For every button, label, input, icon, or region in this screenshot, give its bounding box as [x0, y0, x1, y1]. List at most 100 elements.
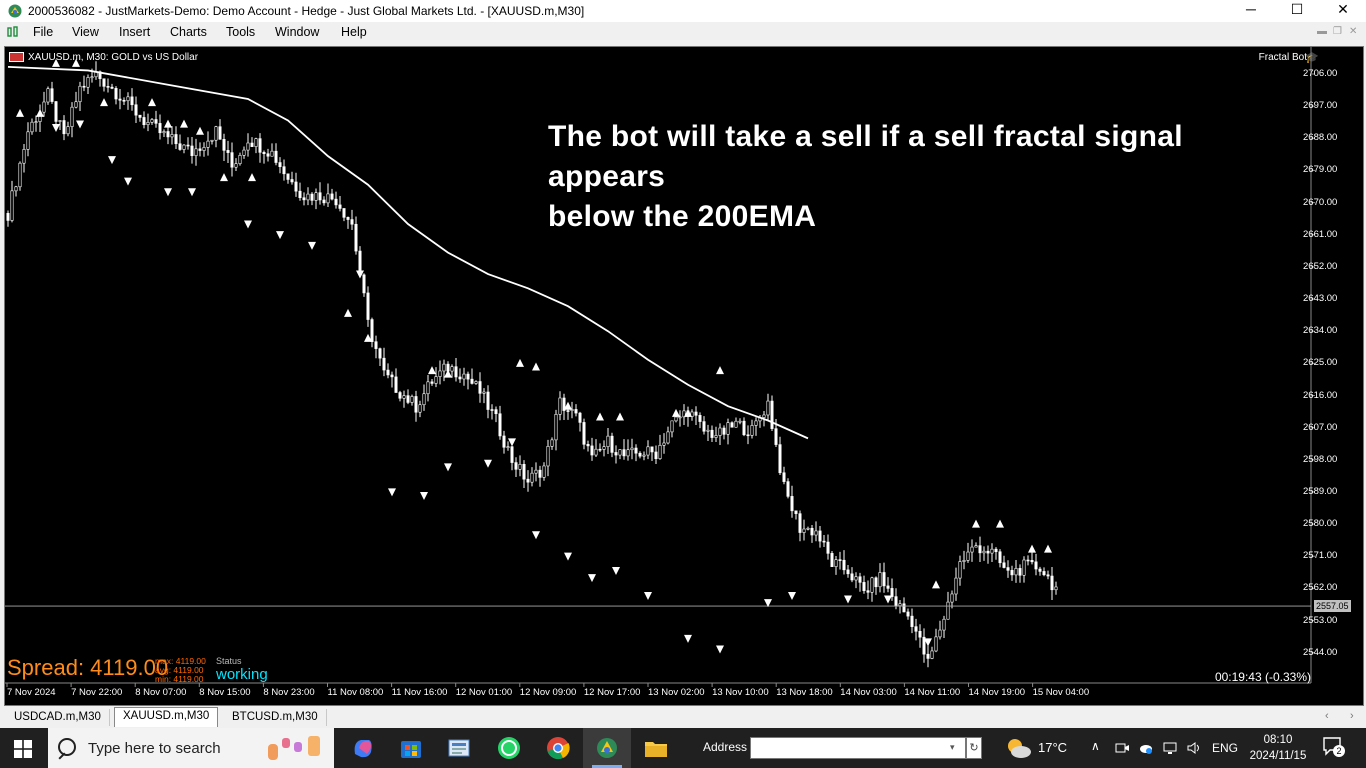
- candle-body: [402, 395, 406, 399]
- time-tick-label: 11 Nov 16:00: [391, 687, 448, 698]
- price-tick-label: 2562.00: [1303, 582, 1338, 594]
- candle-body: [730, 422, 734, 428]
- fractal-down-icon: [76, 120, 84, 129]
- tab-usdcad[interactable]: USDCAD.m,M30: [6, 709, 110, 726]
- candle-body: [218, 126, 222, 140]
- candle-body: [770, 400, 774, 429]
- time-tick-label: 11 Nov 08:00: [327, 687, 384, 698]
- fractal-up-icon: [180, 119, 188, 128]
- candle-body: [478, 381, 482, 394]
- taskbar-clock[interactable]: 08:10 2024/11/15: [1248, 732, 1308, 764]
- menu-tools[interactable]: Tools: [226, 25, 255, 39]
- candle-body: [214, 126, 218, 141]
- candle-body: [106, 86, 110, 88]
- chart-window[interactable]: XAUUSD.m, M30: GOLD vs US Dollar Fractal…: [4, 46, 1364, 706]
- menu-help[interactable]: Help: [341, 25, 367, 39]
- menu-insert[interactable]: Insert: [119, 25, 150, 39]
- price-tick-label: 2652.00: [1303, 260, 1338, 272]
- candle-body: [434, 376, 438, 384]
- candle-body: [702, 421, 706, 432]
- candle-body: [46, 88, 50, 103]
- spread-min: min: 4119.00: [155, 674, 204, 684]
- candle-body: [514, 462, 518, 470]
- taskbar-search[interactable]: Type here to search: [48, 728, 334, 768]
- address-dropdown-icon[interactable]: ▾: [950, 742, 955, 753]
- candle-body: [622, 449, 626, 457]
- fractal-down-icon: [844, 595, 852, 604]
- candle-body: [314, 192, 318, 201]
- fractal-down-icon: [684, 634, 692, 643]
- minimize-button[interactable]: ─: [1228, 0, 1274, 22]
- mdi-close-button[interactable]: ✕: [1349, 26, 1357, 37]
- whatsapp-icon[interactable]: [493, 732, 525, 764]
- candle-body: [898, 603, 902, 606]
- annotation-line-1: The bot will take a sell if a sell fract…: [548, 120, 1183, 193]
- candle-body: [362, 274, 366, 294]
- candle-body: [62, 120, 66, 135]
- cloud-sync-icon[interactable]: [1138, 740, 1154, 756]
- volume-icon[interactable]: [1186, 740, 1202, 756]
- tab-btcusd[interactable]: BTCUSD.m,M30: [224, 709, 327, 726]
- candle-body: [310, 193, 314, 201]
- candle-body: [438, 370, 442, 377]
- clock-date: 2024/11/15: [1249, 750, 1307, 762]
- price-tick-label: 2670.00: [1303, 196, 1338, 208]
- close-button[interactable]: ✕: [1320, 0, 1366, 22]
- candle-body: [930, 650, 934, 659]
- notification-center-button[interactable]: 2: [1322, 736, 1346, 758]
- menu-charts[interactable]: Charts: [170, 25, 207, 39]
- candle-body: [450, 366, 454, 372]
- candle-body: [814, 530, 818, 536]
- price-tick-label: 2679.00: [1303, 164, 1338, 176]
- language-indicator[interactable]: ENG: [1212, 741, 1238, 755]
- candle-body: [962, 560, 966, 562]
- chrome-icon[interactable]: [542, 732, 574, 764]
- candle-body: [178, 143, 182, 150]
- network-icon[interactable]: [1162, 740, 1178, 756]
- show-hidden-icons-icon[interactable]: ∧: [1091, 739, 1100, 753]
- fractal-up-icon: [932, 580, 940, 589]
- chart-toggle-icon[interactable]: [6, 25, 20, 39]
- candle-body: [906, 611, 910, 617]
- candle-body: [22, 149, 26, 164]
- search-icon: [58, 738, 76, 756]
- address-input[interactable]: [750, 737, 966, 759]
- mdi-restore-button[interactable]: ❐: [1333, 26, 1342, 37]
- weather-temperature[interactable]: 17°C: [1038, 740, 1067, 755]
- candle-body: [1006, 567, 1010, 571]
- candle-body: [238, 155, 242, 164]
- tabs-scroll-right-icon[interactable]: ›: [1350, 710, 1354, 722]
- maximize-button[interactable]: ☐: [1274, 0, 1320, 22]
- menu-view[interactable]: View: [72, 25, 99, 39]
- metatrader-taskbar-button[interactable]: [583, 728, 631, 768]
- candle-body: [722, 427, 726, 435]
- menu-window[interactable]: Window: [275, 25, 319, 39]
- candle-body: [550, 439, 554, 447]
- mdi-minimize-button[interactable]: ▬: [1317, 26, 1327, 37]
- candle-body: [30, 121, 34, 133]
- windows-start-icon[interactable]: [14, 740, 32, 758]
- candle-body: [366, 292, 370, 320]
- fractal-down-icon: [388, 488, 396, 497]
- candle-body: [594, 448, 598, 456]
- news-app-icon[interactable]: [443, 732, 475, 764]
- fractal-down-icon: [124, 177, 132, 186]
- tabs-scroll-left-icon[interactable]: ‹: [1325, 710, 1329, 722]
- candle-body: [510, 446, 514, 463]
- candle-body: [394, 376, 398, 393]
- menu-bar: File View Insert Charts Tools Window Hel…: [0, 22, 1366, 43]
- tab-xauusd[interactable]: XAUUSD.m,M30: [114, 707, 219, 727]
- microsoft-store-icon[interactable]: [395, 732, 427, 764]
- menu-file[interactable]: File: [33, 25, 53, 39]
- file-explorer-icon[interactable]: [640, 732, 672, 764]
- candle-body: [1042, 571, 1046, 576]
- copilot-icon[interactable]: [347, 732, 379, 764]
- meet-now-icon[interactable]: [1114, 740, 1130, 756]
- weather-icon[interactable]: [1004, 736, 1032, 760]
- candle-body: [866, 590, 870, 593]
- fractal-down-icon: [508, 438, 516, 447]
- candle-body: [794, 510, 798, 514]
- candle-body: [1022, 559, 1026, 576]
- address-refresh-icon[interactable]: ↻: [966, 737, 982, 759]
- fractal-down-icon: [276, 231, 284, 240]
